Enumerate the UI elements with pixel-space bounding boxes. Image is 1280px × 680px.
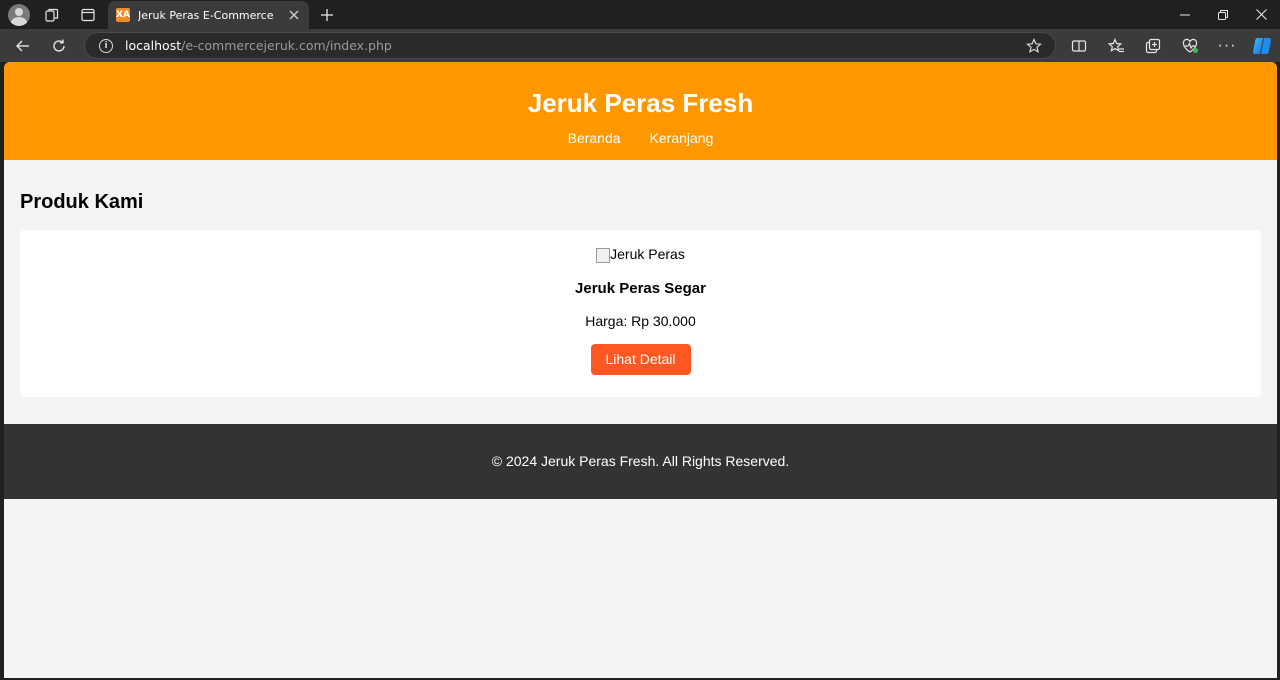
split-screen-icon[interactable] xyxy=(1062,29,1096,62)
site-nav: Beranda Keranjang xyxy=(4,130,1277,146)
xampp-favicon-icon: XA xyxy=(116,8,130,22)
tab-title: Jeruk Peras E-Commerce xyxy=(138,8,274,22)
nav-link-beranda[interactable]: Beranda xyxy=(568,130,621,146)
minimize-icon[interactable] xyxy=(1166,0,1204,29)
tab-actions-icon[interactable] xyxy=(76,0,100,29)
back-arrow-icon[interactable] xyxy=(6,29,40,62)
browser-essentials-icon[interactable] xyxy=(1173,29,1207,62)
url-host: localhost xyxy=(125,38,182,53)
tab-active[interactable]: XA Jeruk Peras E-Commerce xyxy=(108,1,309,29)
url-text[interactable]: localhost/e-commercejeruk.com/index.php xyxy=(125,38,1019,53)
section-title: Produk Kami xyxy=(20,191,144,213)
restore-icon[interactable] xyxy=(1204,0,1242,29)
page-viewport: Jeruk Peras Fresh Beranda Keranjang Prod… xyxy=(4,62,1277,678)
favorites-icon[interactable] xyxy=(1099,29,1133,62)
product-name: Jeruk Peras Segar xyxy=(575,280,706,297)
nav-link-keranjang[interactable]: Keranjang xyxy=(650,130,714,146)
browser-toolbar: i localhost/e-commercejeruk.com/index.ph… xyxy=(0,29,1280,62)
close-window-icon[interactable] xyxy=(1242,0,1280,29)
product-image-broken[interactable]: Jeruk Peras xyxy=(596,246,685,263)
browser-tab-bar: XA Jeruk Peras E-Commerce xyxy=(0,0,1280,29)
workspaces-icon[interactable] xyxy=(40,0,64,29)
url-path: /e-commercejeruk.com/index.php xyxy=(181,38,392,53)
site-info-icon[interactable]: i xyxy=(99,38,113,53)
new-tab-icon[interactable] xyxy=(316,4,338,26)
add-favorite-star-icon[interactable] xyxy=(1019,34,1049,58)
tab-close-icon[interactable] xyxy=(283,4,305,26)
site-header: Jeruk Peras Fresh Beranda Keranjang xyxy=(4,62,1277,160)
reload-icon[interactable] xyxy=(42,29,76,62)
collections-icon[interactable] xyxy=(1136,29,1170,62)
address-bar[interactable]: i localhost/e-commercejeruk.com/index.ph… xyxy=(84,32,1056,59)
profile-avatar-icon[interactable] xyxy=(6,0,32,29)
site-title: Jeruk Peras Fresh xyxy=(527,88,754,118)
more-options-icon[interactable]: ··· xyxy=(1210,29,1244,62)
site-footer: © 2024 Jeruk Peras Fresh. All Rights Res… xyxy=(4,424,1277,499)
copilot-icon[interactable] xyxy=(1245,29,1279,62)
footer-copyright: © 2024 Jeruk Peras Fresh. All Rights Res… xyxy=(491,453,790,469)
view-detail-button[interactable]: Lihat Detail xyxy=(590,344,691,375)
product-price: Harga: Rp 30.000 xyxy=(585,313,696,329)
main-content: Produk Kami Jeruk Peras Jeruk Peras Sega… xyxy=(4,160,1277,424)
product-card: Jeruk Peras Jeruk Peras Segar Harga: Rp … xyxy=(20,230,1261,397)
